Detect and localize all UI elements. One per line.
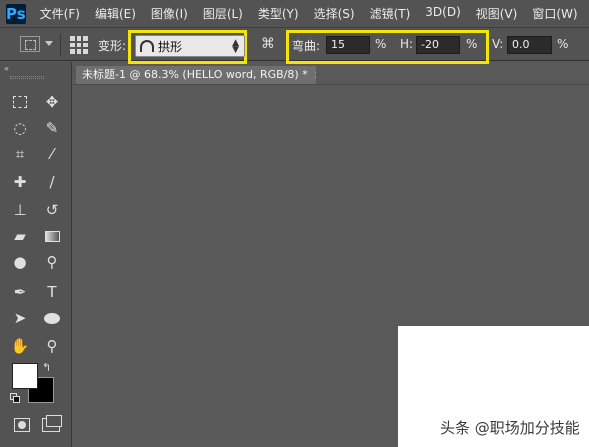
foreground-color-swatch-top[interactable]	[12, 363, 38, 389]
watermark: 头条 @职场加分技能	[440, 419, 580, 437]
rect-marquee-icon[interactable]	[8, 90, 32, 114]
quick-select-icon[interactable]: ✎	[40, 116, 64, 140]
menu-items: 文件(F) 编辑(E) 图像(I) 图层(L) 类型(Y) 选择(S) 滤镜(T…	[40, 5, 589, 22]
menu-filter[interactable]: 滤镜(T)	[370, 5, 411, 22]
blur-icon[interactable]: ●	[8, 250, 32, 274]
arch-icon	[140, 40, 154, 52]
tool-preset-icon[interactable]	[20, 36, 40, 52]
move-icon[interactable]: ✥	[40, 90, 64, 114]
history-brush-icon[interactable]: ↺	[40, 198, 64, 222]
menu-bar: Ps 文件(F) 编辑(E) 图像(I) 图层(L) 类型(Y) 选择(S) 滤…	[0, 0, 589, 28]
collapse-toolbox-icon[interactable]: «	[4, 64, 9, 73]
menu-window[interactable]: 窗口(W)	[532, 5, 577, 22]
brush-icon[interactable]: ∕	[40, 170, 64, 194]
chevron-down-icon[interactable]	[45, 41, 53, 46]
v-distortion-unit: %	[557, 37, 569, 51]
warp-style-select[interactable]: 拱形 ▲ ▼	[135, 35, 245, 57]
warp-orientation-icon[interactable]: ⌘	[258, 36, 278, 56]
clone-stamp-icon[interactable]: ⊥	[8, 198, 32, 222]
select-caret-icon: ▲ ▼	[232, 38, 239, 55]
warp-grid-icon[interactable]	[70, 36, 88, 54]
warp-label: 变形:	[98, 39, 127, 53]
dodge-icon[interactable]: ⚲	[40, 250, 64, 274]
v-distortion-field[interactable]: 0.0	[507, 36, 552, 54]
lasso-icon[interactable]: ◌	[8, 116, 32, 140]
type-icon[interactable]: T	[40, 280, 64, 304]
warp-style-value: 拱形	[158, 39, 183, 54]
menu-file[interactable]: 文件(F)	[40, 5, 80, 22]
quick-mask-icon[interactable]	[14, 418, 30, 432]
menu-image[interactable]: 图像(I)	[151, 5, 188, 22]
menu-type[interactable]: 类型(Y)	[258, 5, 299, 22]
toolbox-grip[interactable]	[10, 76, 44, 79]
menu-3d[interactable]: 3D(D)	[425, 5, 460, 22]
document-tab-title: 未标题-1 @ 68.3% (HELLO word, RGB/8) *	[82, 68, 308, 81]
document-tab[interactable]: 未标题-1 @ 68.3% (HELLO word, RGB/8) * ×	[76, 66, 316, 84]
default-colors-icon[interactable]	[10, 393, 20, 403]
swap-colors-icon[interactable]: ↰	[42, 361, 51, 374]
menu-edit[interactable]: 编辑(E)	[95, 5, 136, 22]
hand-icon[interactable]: ✋	[8, 334, 32, 358]
h-distortion-unit: %	[466, 37, 478, 51]
h-distortion-field[interactable]: -20	[416, 36, 460, 54]
crop-icon[interactable]: ⌗	[8, 142, 32, 166]
pen-icon[interactable]: ✒	[8, 280, 32, 304]
photoshop-logo: Ps	[6, 3, 26, 24]
bend-field[interactable]: 15	[326, 36, 370, 54]
bend-label: 弯曲:	[292, 39, 321, 53]
zoom-icon[interactable]: ⚲	[40, 334, 64, 358]
menu-select[interactable]: 选择(S)	[314, 5, 355, 22]
ellipse-icon[interactable]	[40, 306, 64, 330]
menu-layer[interactable]: 图层(L)	[203, 5, 243, 22]
v-distortion-label: V:	[492, 37, 504, 51]
healing-brush-icon[interactable]: ✚	[8, 170, 32, 194]
eyedropper-icon[interactable]: ⁄	[40, 142, 64, 166]
gradient-icon[interactable]	[40, 224, 64, 248]
path-select-icon[interactable]: ➤	[8, 306, 32, 330]
eraser-icon[interactable]: ▰	[8, 224, 32, 248]
h-distortion-label: H:	[400, 37, 414, 51]
bend-unit: %	[375, 37, 387, 51]
close-icon[interactable]: ×	[314, 68, 316, 81]
menu-view[interactable]: 视图(V)	[476, 5, 518, 22]
screen-mode-icon[interactable]	[42, 415, 62, 432]
divider	[60, 34, 61, 56]
